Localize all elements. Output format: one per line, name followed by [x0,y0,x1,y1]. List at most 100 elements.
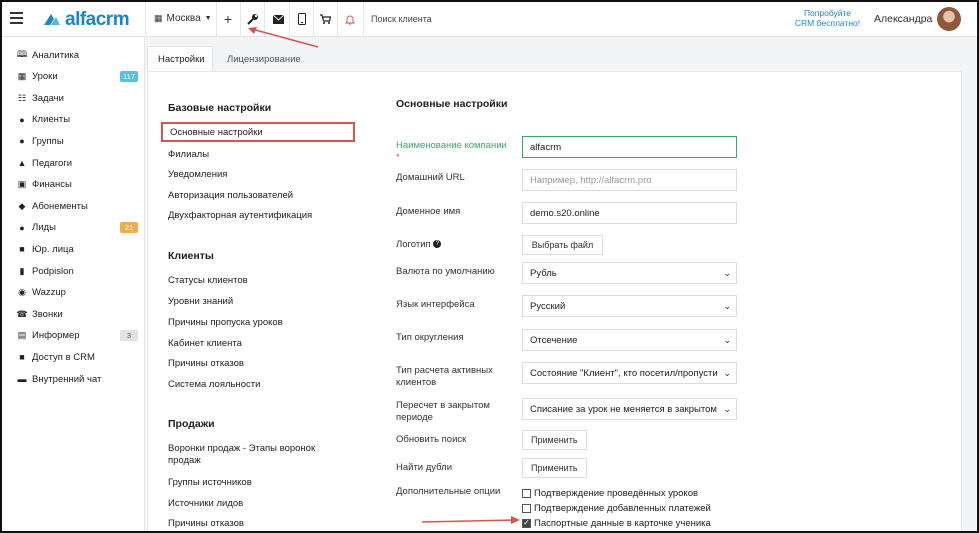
settings-nav-link[interactable]: Воронки продаж - Этапы воронок продаж [168,443,338,467]
option-label: Подтверждение добавленных платежей [534,502,711,514]
plus-icon[interactable]: + [221,11,235,27]
book-icon: 🕮 [16,49,28,59]
avatar[interactable] [937,7,961,31]
company-name-label-text: Наименование компании [396,140,507,151]
sidebar-item-label: Финансы [32,179,72,191]
phone-icon[interactable] [295,12,309,26]
settings-nav-link[interactable]: Источники лидов [168,498,338,510]
rounding-label: Тип округления [396,332,464,343]
sidebar-item[interactable]: ▬ Внутренний чат [16,371,138,387]
active-calc-select[interactable]: Состояние "Клиент", кто посетил/пропусти… [522,362,737,384]
form-title: Основные настройки [396,98,508,110]
sidebar-item[interactable]: ■ Доступ в CRM [16,349,138,365]
settings-nav-link[interactable]: Причины пропуска уроков [168,317,338,329]
divider [313,2,314,36]
promo-line-1: Попробуйте [803,8,852,18]
top-bar: alfacrm ▦ Москва ▼ + Поиск клиента Попро… [2,2,977,37]
sidebar-item[interactable]: ☎ Звонки [16,306,138,322]
sidebar-item-label: Группы [32,135,64,147]
currency-select[interactable]: Рубль ⌄ [522,262,737,284]
cart-icon[interactable] [318,12,332,26]
checkbox-checked[interactable]: ✓ [522,518,531,528]
option-passport-data[interactable]: ✓ Паспортные данные в карточке ученика [522,517,711,529]
domain-input[interactable]: demo.s20.online [522,202,737,224]
settings-nav-link[interactable]: Уведомления [168,169,338,181]
sidebar-item[interactable]: ▮ Podpislon [16,263,138,279]
sidebar-item[interactable]: ▦ Уроки 117 [16,69,138,85]
checkbox[interactable] [522,488,531,498]
sidebar-item[interactable]: ◉ Wazzup [16,285,138,301]
sidebar-item[interactable]: ▲ Педагоги [16,155,138,171]
server-icon: ▤ [17,330,27,341]
sidebar-item[interactable]: ■ Юр. лица [16,241,138,257]
city-selector[interactable]: ▦ Москва ▼ [154,13,212,24]
chevron-down-icon: ⌄ [723,368,731,378]
settings-nav-link[interactable]: Система лояльности [168,379,338,391]
company-name-input[interactable]: alfacrm [522,136,737,158]
settings-nav-link[interactable]: Филиалы [168,149,338,161]
sidebar-item-label: Педагоги [32,157,73,169]
user-name[interactable]: Александра [874,13,932,25]
tab-licensing[interactable]: Лицензирование [217,46,311,72]
menu-icon[interactable] [10,12,23,24]
choose-file-button[interactable]: Выбрать файл [522,235,603,255]
checkbox[interactable] [522,503,531,513]
sidebar-item[interactable]: ▤ Информер 3 [16,328,138,344]
settings-nav-link[interactable]: Основные настройки [161,122,355,142]
user-plus-icon: ● [19,222,25,233]
chat-icon: ▬ [17,374,27,384]
active-calc-value: Состояние "Клиент", кто посетил/пропусти [530,368,718,379]
chevron-down-icon: ⌄ [723,404,731,414]
settings-nav-link[interactable]: Уровни знаний [168,296,338,308]
home-url-label: Домашний URL [396,172,465,183]
users-icon: ● [19,136,25,147]
count-badge: 21 [120,221,138,233]
sidebar-item[interactable]: ● Группы [16,133,138,149]
whatsapp-icon: ◉ [18,287,26,298]
rounding-select[interactable]: Отсечение ⌄ [522,329,737,351]
option-confirm-lessons[interactable]: Подтверждение проведённых уроков [522,487,698,499]
tab-settings[interactable]: Настройки [147,46,213,72]
client-search-input[interactable]: Поиск клиента [371,14,432,24]
divider [145,2,146,36]
settings-panel: Базовые настройки Основные настройки Филиа… [147,71,962,531]
settings-nav-link[interactable]: Группы источников [168,477,338,489]
settings-nav-link[interactable]: Авторизация пользователей [168,190,338,202]
recalc-select[interactable]: Списание за урок не меняется в закрытом ⌄ [522,398,737,420]
divider [240,2,241,36]
find-dupes-button[interactable]: Применить [522,458,587,478]
sidebar-item[interactable]: ☷ Задачи [16,90,138,106]
option-label: Подтверждение проведённых уроков [534,487,699,499]
language-select[interactable]: Русский ⌄ [522,295,737,317]
settings-nav: Базовые настройки Основные настройки Филиа… [148,72,358,531]
help-icon[interactable]: ? [433,240,442,249]
money-icon: ▣ [17,179,27,190]
logo[interactable]: alfacrm [42,9,130,30]
settings-nav-link[interactable]: Причины отказов [168,358,338,370]
sidebar-item[interactable]: 🕮 Аналитика [16,47,138,63]
settings-nav-link[interactable]: Кабинет клиента [168,338,338,350]
mail-icon[interactable] [271,12,285,26]
wrench-icon[interactable] [246,12,260,26]
sidebar-item-label: Клиенты [32,114,71,126]
settings-nav-link[interactable]: Причины отказов [168,518,338,530]
settings-nav-link[interactable]: Двухфакторная аутентификация [168,210,338,222]
logo-label: Логотип ? [396,239,511,251]
refresh-search-button[interactable]: Применить [522,430,587,450]
sidebar-item[interactable]: ● Лиды 21 [16,220,138,236]
company-name-label: Наименование компании * [396,140,511,164]
sidebar-item[interactable]: ● Клиенты [16,112,138,128]
option-confirm-payments[interactable]: Подтверждение добавленных платежей [522,502,711,514]
sidebar-item[interactable]: ▣ Финансы [16,177,138,193]
promo-link[interactable]: Попробуйте CRM бесплатно! [790,8,865,28]
rounding-value: Отсечение [530,335,578,346]
bell-icon[interactable] [343,12,357,26]
home-url-input[interactable]: Например, http://alfacrm.pro [522,169,737,191]
sidebar-item[interactable]: ◆ Абонементы [16,198,138,214]
sidebar-item-label: Лиды [32,222,56,234]
chevron-down-icon: ⌄ [723,335,731,345]
sidebar-item-label: Wazzup [32,287,66,299]
clipboard-icon: ☷ [17,92,27,103]
phone-icon: ☎ [16,308,28,319]
settings-nav-link[interactable]: Статусы клиентов [168,275,338,287]
